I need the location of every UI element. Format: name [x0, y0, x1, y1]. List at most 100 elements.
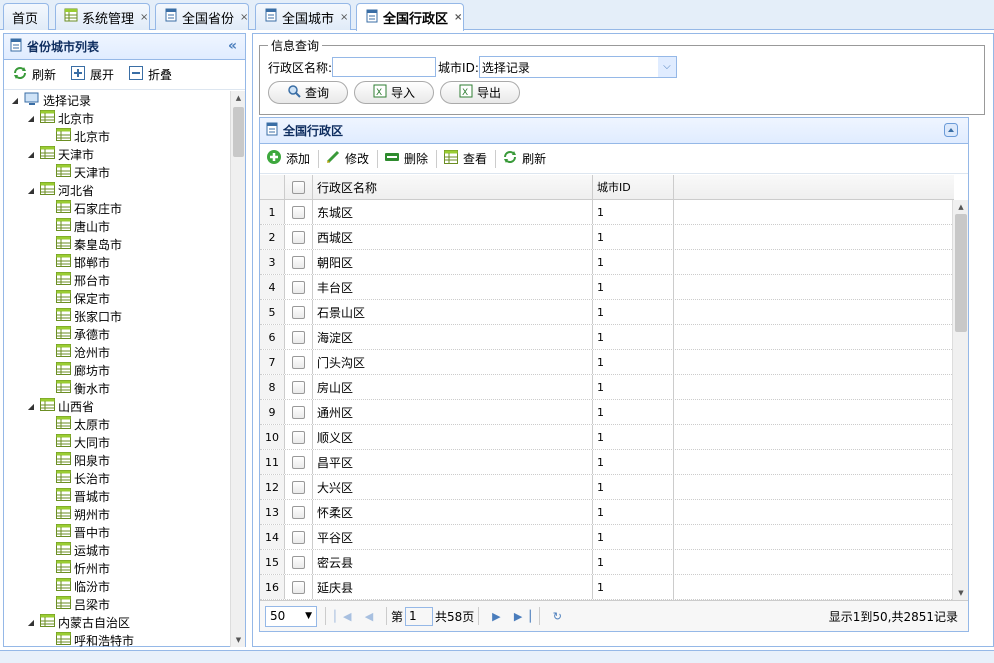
checkbox[interactable]: [292, 430, 305, 444]
prev-page-icon[interactable]: ◀: [356, 610, 382, 623]
expanded-triangle-icon[interactable]: ◢: [26, 402, 36, 411]
import-button[interactable]: X 导入: [354, 81, 434, 104]
tree-node[interactable]: 朔州市: [4, 505, 230, 523]
table-row[interactable]: 5 石景山区 1: [260, 300, 954, 325]
close-icon[interactable]: ×: [140, 12, 148, 23]
tree-refresh-button[interactable]: 刷新: [12, 65, 56, 84]
tree-node[interactable]: 秦皇岛市: [4, 235, 230, 253]
row-checkbox-cell[interactable]: [285, 250, 313, 274]
tree-node[interactable]: 北京市: [4, 127, 230, 145]
tree-node[interactable]: 太原市: [4, 415, 230, 433]
tree-node[interactable]: 长治市: [4, 469, 230, 487]
close-icon[interactable]: ×: [340, 12, 348, 23]
row-checkbox-cell[interactable]: [285, 550, 313, 574]
tree-node[interactable]: 晋中市: [4, 523, 230, 541]
tree-scrollbar[interactable]: ▲ ▼: [230, 91, 245, 647]
table-row[interactable]: 12 大兴区 1: [260, 475, 954, 500]
checkbox[interactable]: [292, 405, 305, 419]
tree-node[interactable]: ◢ 北京市: [4, 109, 230, 127]
column-header-name[interactable]: 行政区名称: [313, 175, 593, 199]
tree-node[interactable]: 邢台市: [4, 271, 230, 289]
table-row[interactable]: 7 门头沟区 1: [260, 350, 954, 375]
row-checkbox-cell[interactable]: [285, 475, 313, 499]
table-row[interactable]: 13 怀柔区 1: [260, 500, 954, 525]
export-button[interactable]: X 导出: [440, 81, 520, 104]
row-checkbox-cell[interactable]: [285, 375, 313, 399]
tree-node[interactable]: ◢ 内蒙古自治区: [4, 613, 230, 631]
tree-node[interactable]: 阳泉市: [4, 451, 230, 469]
checkbox[interactable]: [292, 305, 305, 319]
first-page-icon[interactable]: ▏◀: [330, 610, 356, 623]
select-all-checkbox[interactable]: [285, 175, 313, 199]
search-button[interactable]: 查询: [268, 81, 348, 104]
view-button[interactable]: 查看: [443, 149, 487, 168]
tree-node[interactable]: 衡水市: [4, 379, 230, 397]
row-checkbox-cell[interactable]: [285, 500, 313, 524]
row-checkbox-cell[interactable]: [285, 450, 313, 474]
collapse-up-icon[interactable]: [944, 123, 958, 140]
table-row[interactable]: 4 丰台区 1: [260, 275, 954, 300]
row-checkbox-cell[interactable]: [285, 300, 313, 324]
checkbox[interactable]: [292, 230, 305, 244]
table-row[interactable]: 3 朝阳区 1: [260, 250, 954, 275]
scroll-up-icon[interactable]: ▲: [231, 94, 246, 102]
tree-node[interactable]: 沧州市: [4, 343, 230, 361]
tree-node[interactable]: ◢ 山西省: [4, 397, 230, 415]
edit-button[interactable]: 修改: [325, 149, 369, 168]
checkbox[interactable]: [292, 205, 305, 219]
row-checkbox-cell[interactable]: [285, 350, 313, 374]
checkbox[interactable]: [292, 455, 305, 469]
tree-node[interactable]: 临汾市: [4, 577, 230, 595]
page-size-select[interactable]: 50 ▼: [265, 605, 317, 627]
checkbox[interactable]: [292, 480, 305, 494]
add-button[interactable]: 添加: [266, 149, 310, 168]
tab-4[interactable]: 全国行政区 ×: [356, 3, 464, 31]
checkbox[interactable]: [292, 280, 305, 294]
row-checkbox-cell[interactable]: [285, 525, 313, 549]
chevron-down-icon[interactable]: ⌵: [657, 57, 676, 77]
tree-expand-button[interactable]: 展开: [70, 65, 114, 84]
tree-node[interactable]: 呼和浩特市: [4, 631, 230, 647]
checkbox[interactable]: [292, 330, 305, 344]
checkbox[interactable]: [292, 580, 305, 594]
table-row[interactable]: 1 东城区 1: [260, 200, 954, 225]
table-row[interactable]: 15 密云县 1: [260, 550, 954, 575]
tree-node[interactable]: 忻州市: [4, 559, 230, 577]
tree-collapse-button[interactable]: 折叠: [128, 65, 172, 84]
column-header-city[interactable]: 城市ID: [593, 175, 674, 199]
table-row[interactable]: 2 西城区 1: [260, 225, 954, 250]
table-row[interactable]: 11 昌平区 1: [260, 450, 954, 475]
table-row[interactable]: 10 顺义区 1: [260, 425, 954, 450]
tree-node[interactable]: ◢ 选择记录: [4, 91, 230, 109]
table-row[interactable]: 14 平谷区 1: [260, 525, 954, 550]
close-icon[interactable]: ×: [454, 12, 462, 23]
tree-node[interactable]: 邯郸市: [4, 253, 230, 271]
tree-node[interactable]: 承德市: [4, 325, 230, 343]
expanded-triangle-icon[interactable]: ◢: [26, 114, 36, 123]
reload-icon[interactable]: ↻: [544, 610, 570, 623]
grid-scrollbar[interactable]: ▲ ▼: [952, 200, 968, 600]
delete-button[interactable]: 删除: [384, 149, 428, 168]
city-id-select[interactable]: 选择记录 ⌵: [478, 56, 677, 78]
collapse-panel-icon[interactable]: «: [228, 38, 237, 54]
row-checkbox-cell[interactable]: [285, 575, 313, 599]
tree-node[interactable]: 石家庄市: [4, 199, 230, 217]
tree-node[interactable]: 唐山市: [4, 217, 230, 235]
tree-node[interactable]: 吕梁市: [4, 595, 230, 613]
table-row[interactable]: 16 延庆县 1: [260, 575, 954, 600]
row-checkbox-cell[interactable]: [285, 275, 313, 299]
expanded-triangle-icon[interactable]: ◢: [26, 618, 36, 627]
tree-node[interactable]: 运城市: [4, 541, 230, 559]
tree-node[interactable]: 天津市: [4, 163, 230, 181]
tab-2[interactable]: 全国省份 ×: [155, 3, 249, 30]
checkbox[interactable]: [292, 555, 305, 569]
district-name-input[interactable]: [332, 57, 437, 77]
tab-3[interactable]: 全国城市 ×: [255, 3, 351, 30]
scroll-down-icon[interactable]: ▼: [231, 636, 246, 644]
row-checkbox-cell[interactable]: [285, 200, 313, 224]
checkbox[interactable]: [292, 180, 305, 194]
row-checkbox-cell[interactable]: [285, 400, 313, 424]
grid-scroll-thumb[interactable]: [955, 214, 967, 332]
tree-node[interactable]: 大同市: [4, 433, 230, 451]
tab-0[interactable]: 首页: [3, 3, 49, 30]
